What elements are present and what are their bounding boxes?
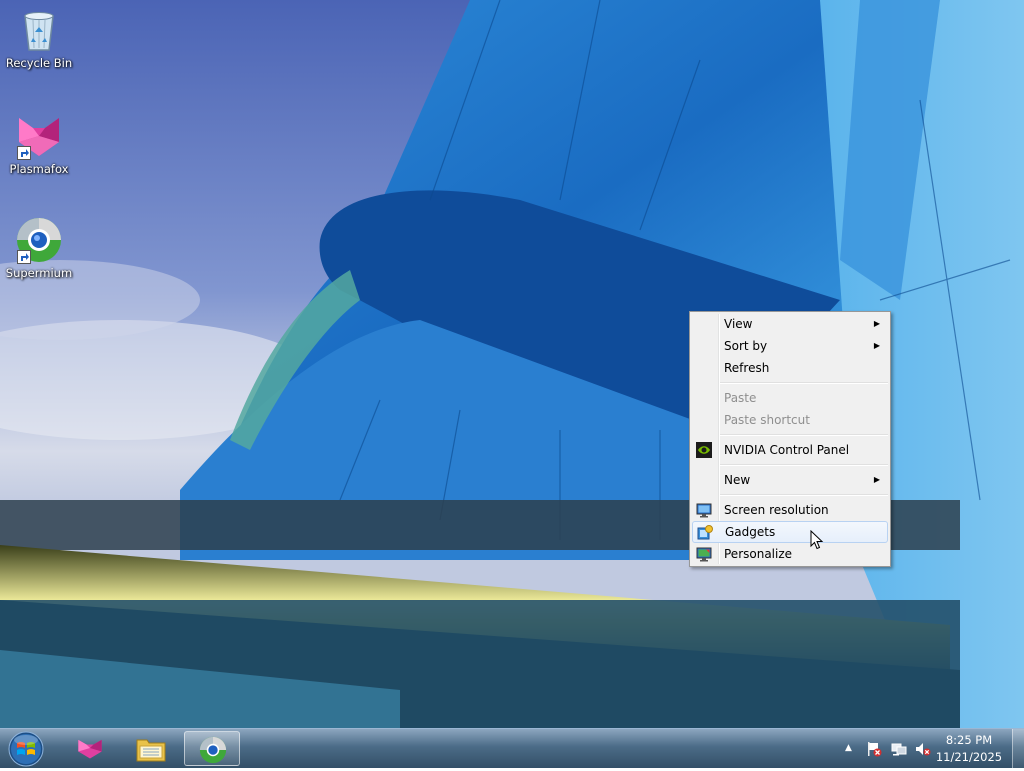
menu-separator: [720, 464, 888, 466]
start-button[interactable]: [6, 730, 46, 768]
shortcut-arrow-icon: [17, 250, 31, 264]
gadgets-icon: [697, 525, 713, 541]
menu-item-paste-shortcut[interactable]: Paste shortcut: [692, 409, 888, 431]
menu-item-label: Gadgets: [725, 525, 776, 539]
plasmafox-icon: [15, 112, 63, 160]
file-explorer-icon: [136, 739, 166, 762]
menu-item-label: Refresh: [724, 361, 770, 375]
taskbar-supermium[interactable]: [184, 731, 240, 766]
taskbar-file-explorer[interactable]: [123, 731, 179, 766]
clock-date: 11/21/2025: [935, 750, 1003, 764]
desktop-icon-supermium[interactable]: Supermium: [1, 216, 77, 280]
menu-item-label: Personalize: [724, 547, 793, 561]
submenu-arrow-icon: ▶: [873, 475, 880, 484]
menu-item-gadgets[interactable]: Gadgets: [692, 521, 888, 543]
action-center-flag-icon[interactable]: [866, 741, 882, 757]
system-clock[interactable]: 8:25 PM 11/21/2025: [934, 732, 1004, 766]
supermium-icon: [15, 216, 63, 264]
submenu-arrow-icon: ▶: [873, 341, 880, 350]
desktop-icon-plasmafox[interactable]: Plasmafox: [1, 112, 77, 176]
windows-logo-icon: [8, 731, 44, 767]
menu-separator: [720, 494, 888, 496]
taskbar: ▲ 8:25 PM 11/21/2025: [0, 728, 1024, 769]
supermium-icon: [199, 736, 227, 764]
menu-item-refresh[interactable]: Refresh: [692, 357, 888, 379]
menu-item-label: View: [724, 317, 753, 331]
desktop-icon-label: Plasmafox: [9, 162, 69, 176]
menu-item-label: Paste shortcut: [724, 413, 810, 427]
desktop-icon-label: Supermium: [5, 266, 73, 280]
personalize-icon: [696, 546, 712, 562]
menu-item-label: Sort by: [724, 339, 768, 353]
menu-separator: [720, 434, 888, 436]
shortcut-arrow-icon: [17, 146, 31, 160]
tray-overflow-button[interactable]: ▲: [845, 743, 861, 759]
menu-item-personalize[interactable]: Personalize: [692, 543, 888, 565]
menu-item-label: New: [724, 473, 751, 487]
menu-item-sort-by[interactable]: Sort by ▶: [692, 335, 888, 357]
recycle-bin-icon: [15, 6, 63, 54]
taskbar-plasmafox[interactable]: [62, 731, 118, 766]
menu-item-new[interactable]: New ▶: [692, 469, 888, 491]
show-desktop-button[interactable]: [1012, 729, 1024, 769]
clock-time: 8:25 PM: [945, 733, 993, 747]
plasmafox-icon: [78, 739, 102, 759]
submenu-arrow-icon: ▶: [873, 319, 880, 328]
monitor-icon: [696, 502, 712, 518]
desktop-context-menu: View ▶ Sort by ▶ Refresh Paste Paste sho…: [689, 311, 891, 567]
mouse-cursor-icon: [810, 529, 824, 553]
menu-item-label: Screen resolution: [724, 503, 829, 517]
menu-item-nvidia-control-panel[interactable]: NVIDIA Control Panel: [692, 439, 888, 461]
menu-separator: [720, 382, 888, 384]
network-icon[interactable]: [891, 741, 907, 757]
menu-item-paste[interactable]: Paste: [692, 387, 888, 409]
menu-item-label: Paste: [724, 391, 757, 405]
volume-muted-icon[interactable]: [915, 741, 931, 757]
menu-item-view[interactable]: View ▶: [692, 313, 888, 335]
menu-item-screen-resolution[interactable]: Screen resolution: [692, 499, 888, 521]
nvidia-icon: [696, 442, 712, 458]
desktop-icon-label: Recycle Bin: [5, 56, 73, 70]
menu-item-label: NVIDIA Control Panel: [724, 443, 850, 457]
desktop-icon-recycle-bin[interactable]: Recycle Bin: [1, 6, 77, 70]
